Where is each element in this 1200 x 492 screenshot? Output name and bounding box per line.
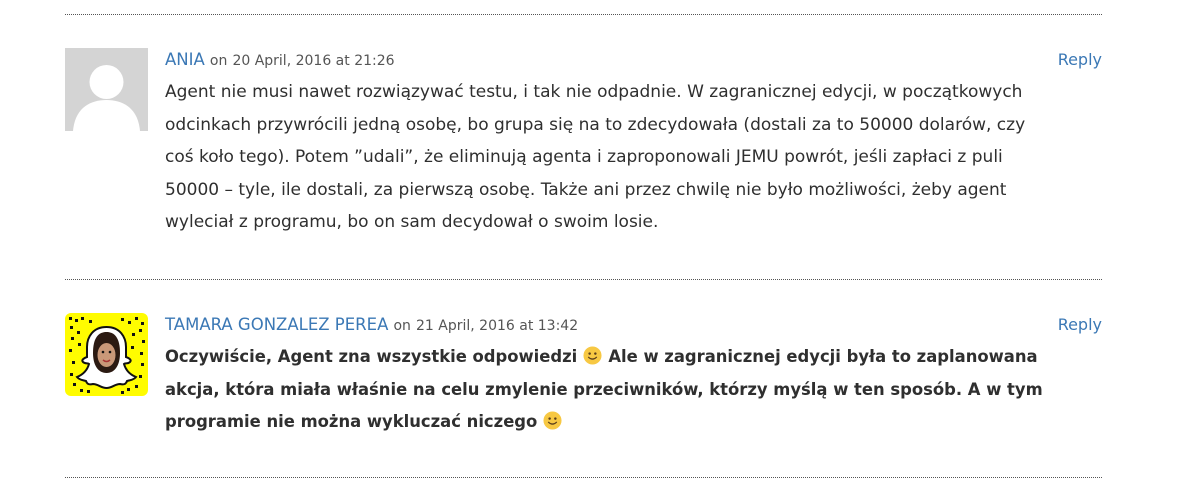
- comment-item: ANIA on 20 April, 2016 at 21:26 Reply Ag…: [65, 48, 1102, 248]
- comment-text-segment: programie nie można wykluczać niczego: [165, 412, 538, 432]
- comment-text-line: programie nie można wykluczać niczego: [165, 406, 1102, 439]
- comment-on-label: on: [209, 53, 228, 69]
- comment-date[interactable]: 20 April, 2016 at 21:26: [232, 53, 394, 69]
- comment-body: ANIA on 20 April, 2016 at 21:26 Reply Ag…: [165, 48, 1102, 239]
- comment-on-label: on: [393, 318, 411, 334]
- comment-body: TAMARA GONZALEZ PEREA on 21 April, 2016 …: [165, 313, 1102, 439]
- comment-text: Oczywiście, Agent zna wszystkie odpowied…: [165, 341, 1102, 439]
- reply-button[interactable]: Reply: [1058, 313, 1102, 337]
- avatar: [65, 48, 148, 131]
- comment-text-line: Oczywiście, Agent zna wszystkie odpowied…: [165, 341, 1102, 374]
- snapchat-avatar-icon: [65, 313, 148, 396]
- comment-author[interactable]: ANIA: [165, 50, 205, 69]
- comment-divider: [65, 477, 1102, 478]
- comment-text-line: 50000 – tyle, ile dostali, za pierwszą o…: [165, 179, 1007, 200]
- comment-divider: [65, 279, 1102, 280]
- comment-text-segment: Ale w zagranicznej edycji była to zaplan…: [608, 347, 1038, 366]
- avatar: [65, 313, 148, 396]
- comment-text-line: odcinkach przywrócili jedną osobę, bo gr…: [165, 114, 1026, 135]
- comment-text-line: akcja, która miała właśnie na celu zmyle…: [165, 379, 1043, 399]
- comment-author[interactable]: TAMARA GONZALEZ PEREA: [165, 315, 388, 334]
- comment-item: TAMARA GONZALEZ PEREA on 21 April, 2016 …: [65, 313, 1102, 453]
- reply-button[interactable]: Reply: [1058, 48, 1102, 72]
- comment-text-line: Agent nie musi nawet rozwiązywać testu, …: [165, 82, 1023, 102]
- smiley-emoji-icon: [543, 411, 562, 430]
- comment-date[interactable]: 21 April, 2016 at 13:42: [416, 318, 578, 334]
- comment-text-line: coś koło tego). Potem ”udali”, że elimin…: [165, 147, 1003, 168]
- comment-text-line: wyleciał z programu, bo on sam decydował…: [165, 212, 659, 233]
- comment-divider: [65, 14, 1102, 15]
- default-user-avatar-icon: [65, 48, 148, 131]
- comment-meta: TAMARA GONZALEZ PEREA on 21 April, 2016 …: [165, 313, 1102, 337]
- comment-meta: ANIA on 20 April, 2016 at 21:26: [165, 48, 1102, 72]
- comment-text: Agent nie musi nawet rozwiązywać testu, …: [165, 76, 1102, 239]
- comment-text-segment: Oczywiście, Agent zna wszystkie odpowied…: [165, 347, 578, 366]
- smiley-emoji-icon: [583, 346, 602, 365]
